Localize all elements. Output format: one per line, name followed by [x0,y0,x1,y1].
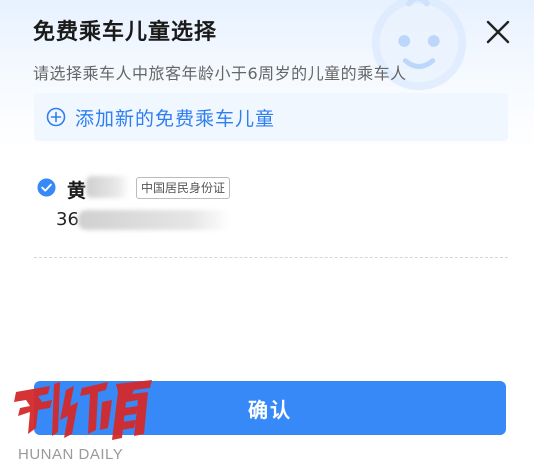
passenger-item[interactable]: 黄 中国居民身份证 36 [34,172,508,236]
check-circle-icon[interactable] [37,178,56,197]
add-child-button[interactable]: 添加新的免费乘车儿童 [34,93,508,141]
baby-face-icon [371,0,467,91]
dialog-subtitle: 请选择乘车人中旅客年龄小于6周岁的儿童的乘车人 [33,64,407,83]
watermark-logo [14,380,152,440]
passenger-id-redaction [78,210,230,230]
passenger-id-number: 36 [56,209,79,230]
plus-circle-icon [46,107,66,127]
dashed-divider [34,257,508,258]
dialog-title: 免费乘车儿童选择 [33,20,218,45]
passenger-name-redaction [86,176,130,198]
child-selection-sheet: 免费乘车儿童选择 请选择乘车人中旅客年龄小于6周岁的儿童的乘车人 添加新的免费乘… [0,0,534,467]
watermark-text: HUNAN DAILY [18,446,124,463]
passenger-name: 黄 [67,180,87,202]
add-child-label: 添加新的免费乘车儿童 [75,107,276,130]
close-icon[interactable] [484,18,512,46]
confirm-label: 确认 [248,397,292,422]
id-type-badge: 中国居民身份证 [136,177,231,199]
